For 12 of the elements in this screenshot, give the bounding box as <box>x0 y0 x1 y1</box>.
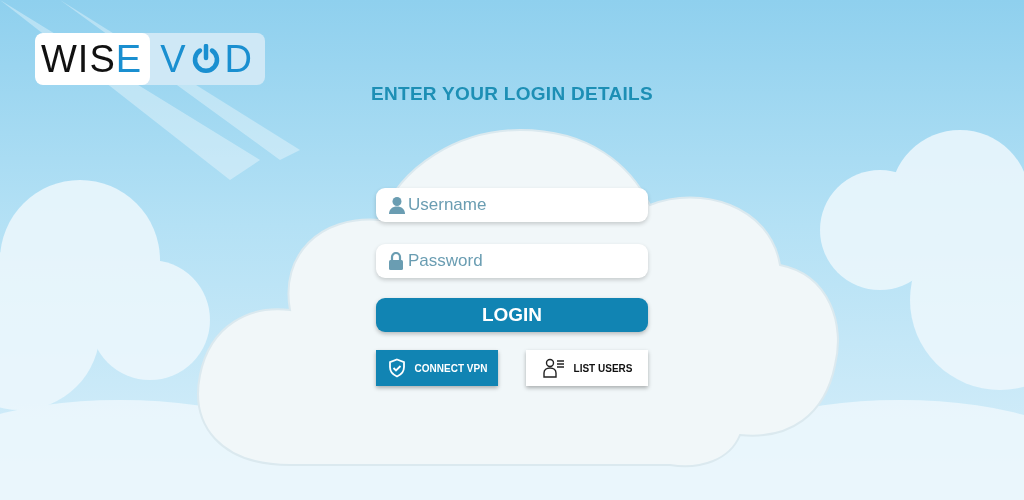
page-title: ENTER YOUR LOGIN DETAILS <box>371 83 653 105</box>
lock-icon <box>388 252 404 270</box>
power-icon <box>190 44 221 74</box>
user-list-icon <box>541 358 566 378</box>
login-button[interactable]: LOGIN <box>376 298 648 332</box>
username-field[interactable]: Username <box>376 188 648 222</box>
user-icon <box>388 196 406 214</box>
vpn-button[interactable]: CONNECT VPN <box>376 350 498 386</box>
logo: WISE V D <box>35 33 265 85</box>
shield-check-icon <box>386 358 407 378</box>
password-field[interactable]: Password <box>376 244 648 278</box>
list-users-button[interactable]: LIST USERS <box>526 350 648 386</box>
